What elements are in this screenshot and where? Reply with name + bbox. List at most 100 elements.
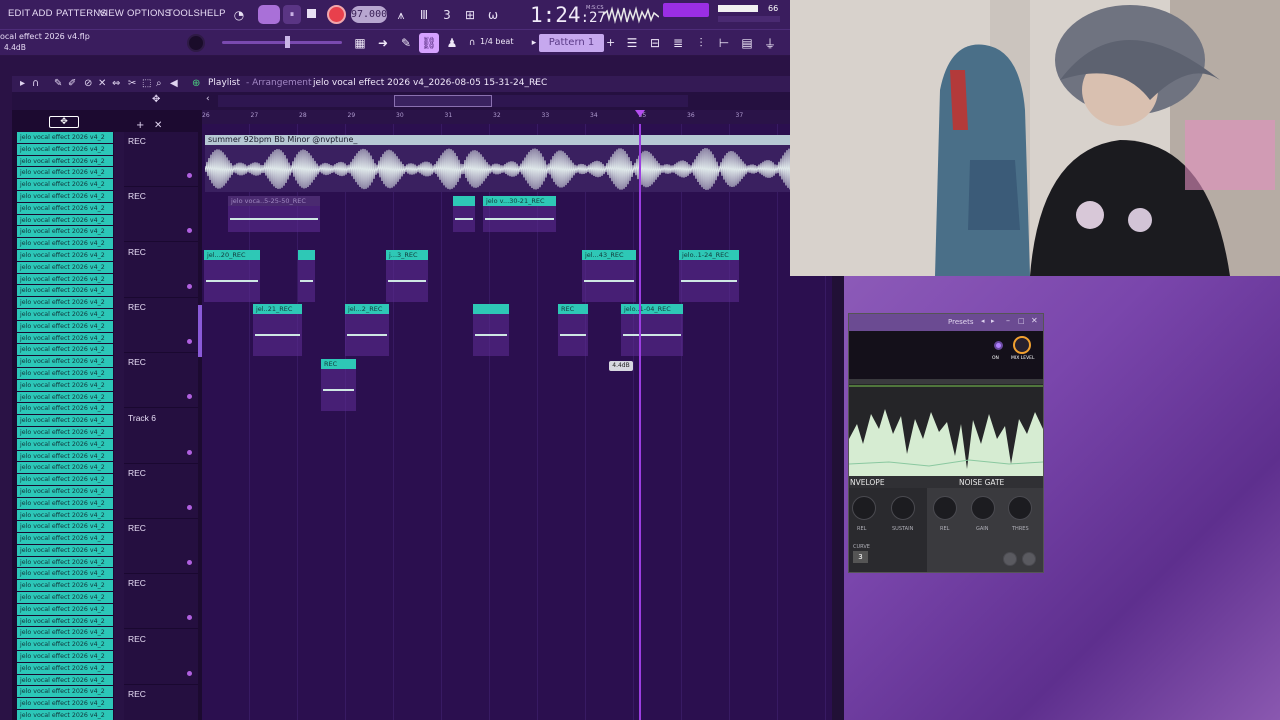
audio-clip[interactable]: jel..21_REC [253, 304, 302, 356]
browser-item[interactable]: jelo vocal effect 2026 v4_2 [17, 592, 113, 604]
track-header[interactable]: REC [124, 574, 198, 630]
browser-item[interactable]: jelo vocal effect 2026 v4_2 [17, 143, 113, 156]
browser-item[interactable]: jelo vocal effect 2026 v4_2 [17, 285, 113, 298]
audio-clip[interactable] [473, 304, 509, 356]
speaker-icon[interactable]: ◀ [170, 78, 178, 89]
arrow-right-icon[interactable]: ▸ [20, 78, 25, 89]
track-led-icon[interactable] [187, 283, 192, 289]
audio-clip[interactable]: jelo v...30-21_REC [483, 196, 556, 232]
magnet-icon[interactable]: ∩ [32, 78, 39, 89]
browser-item[interactable]: jelo vocal effect 2026 v4_2 [17, 533, 113, 545]
track-led-icon[interactable] [187, 228, 192, 234]
track-led-icon[interactable] [187, 449, 192, 455]
browser-item[interactable]: jelo vocal effect 2026 v4_2 [17, 651, 113, 663]
browser-item[interactable]: jelo vocal effect 2026 v4_2 [17, 544, 113, 557]
browser-item[interactable]: jelo vocal effect 2026 v4_2 [17, 580, 113, 593]
track-led-icon[interactable] [187, 615, 192, 621]
browser-item[interactable]: jelo vocal effect 2026 v4_2 [17, 297, 113, 309]
track-header[interactable]: REC [124, 464, 198, 519]
pattern-song-toggle[interactable] [258, 5, 280, 24]
browser-item[interactable]: jelo vocal effect 2026 v4_2 [17, 639, 113, 652]
audio-clip[interactable]: j...3_REC [386, 250, 428, 302]
master-volume-knob[interactable] [187, 34, 205, 52]
song-overview[interactable] [218, 95, 688, 107]
browser-item[interactable]: jelo vocal effect 2026 v4_2 [17, 474, 113, 486]
arrow-right-icon[interactable]: ➜ [373, 33, 393, 53]
piano-icon[interactable]: ▦ [350, 33, 370, 53]
browser-item[interactable]: jelo vocal effect 2026 v4_2 [17, 415, 113, 427]
maximize-icon[interactable]: □ [1018, 317, 1025, 325]
chevron-right-icon[interactable]: › [534, 78, 537, 87]
menu-edit[interactable]: EDIT [8, 8, 30, 19]
audio-clip[interactable]: REC [558, 304, 588, 356]
audio-clip[interactable]: jelo..1-24_REC [679, 250, 739, 302]
channel-rack-icon[interactable]: ⊟ [645, 33, 665, 53]
browser-item[interactable]: jelo vocal effect 2026 v4_2 [17, 155, 113, 168]
browser-item[interactable]: jelo vocal effect 2026 v4_2 [17, 462, 113, 475]
track-header[interactable]: Track 6 [124, 409, 198, 464]
pause-button[interactable]: ⏸ [283, 5, 301, 24]
track-header[interactable]: REC [124, 353, 198, 409]
option-button-2[interactable] [1022, 552, 1036, 566]
step-edit-icon[interactable]: ⊞ [460, 5, 480, 25]
browser-item[interactable]: jelo vocal effect 2026 v4_2 [17, 367, 113, 380]
browser-item[interactable]: jelo vocal effect 2026 v4_2 [17, 485, 113, 498]
draw-icon[interactable]: ✎ [396, 33, 416, 53]
mute-icon[interactable]: ✕ [98, 78, 106, 89]
browser-icon[interactable]: ▤ [737, 33, 757, 53]
plugin-icon[interactable]: ⏚ [760, 33, 780, 53]
presets-button[interactable]: Presets [948, 318, 973, 326]
browser-item[interactable]: jelo vocal effect 2026 v4_2 [17, 344, 113, 357]
select-icon[interactable]: ⬚ [142, 78, 151, 89]
browser-item[interactable]: jelo vocal effect 2026 v4_2 [17, 686, 113, 699]
browser-item[interactable]: jelo vocal effect 2026 v4_2 [17, 226, 113, 239]
countdown-icon[interactable]: 3 [437, 5, 457, 25]
browser-item[interactable]: jelo vocal effect 2026 v4_2 [17, 356, 113, 368]
menu-tools[interactable]: TOOLS [167, 8, 200, 19]
sliders-icon[interactable]: ⫶ [691, 33, 711, 53]
playhead[interactable] [639, 124, 641, 720]
menu-options[interactable]: OPTIONS [127, 8, 171, 19]
track-header[interactable]: REC [124, 630, 198, 685]
browser-item[interactable]: jelo vocal effect 2026 v4_2 [17, 568, 113, 581]
record-button[interactable] [327, 5, 346, 24]
audio-clip[interactable]: jel...43_REC [582, 250, 636, 302]
zoom-icon[interactable]: ⌕ [156, 78, 162, 89]
close-icon[interactable]: ✕ [1031, 316, 1038, 325]
browser-item[interactable]: jelo vocal effect 2026 v4_2 [17, 179, 113, 191]
browser-item[interactable]: jelo vocal effect 2026 v4_2 [17, 698, 113, 711]
browser-item[interactable]: jelo vocal effect 2026 v4_2 [17, 438, 113, 451]
metronome-icon[interactable]: ⩚ [391, 5, 411, 25]
pattern-selector[interactable]: Pattern 1 [539, 34, 604, 52]
sustain-knob[interactable] [891, 496, 915, 520]
browser-item[interactable]: jelo vocal effect 2026 v4_2 [17, 509, 113, 522]
magnet-icon[interactable]: ∩ [462, 33, 482, 53]
browser-item[interactable]: jelo vocal effect 2026 v4_2 [17, 332, 113, 345]
browser-item[interactable]: jelo vocal effect 2026 v4_2 [17, 379, 113, 392]
hint-knob-icon[interactable]: ◔ [229, 5, 249, 25]
gain-knob[interactable] [971, 496, 995, 520]
slice-icon[interactable]: ✂ [128, 78, 136, 89]
track-led-icon[interactable] [187, 394, 192, 400]
browser-item[interactable]: jelo vocal effect 2026 v4_2 [17, 261, 113, 274]
browser-item[interactable]: jelo vocal effect 2026 v4_2 [17, 556, 113, 569]
audio-clip[interactable]: jel...20_REC [204, 250, 260, 302]
track-header[interactable]: REC [124, 685, 198, 720]
menu-add[interactable]: ADD [32, 8, 53, 19]
mixer-icon[interactable]: ≣ [668, 33, 688, 53]
threshold-knob[interactable] [1008, 496, 1032, 520]
audio-clip[interactable]: REC [321, 359, 356, 411]
wait-input-icon[interactable]: Ⅲ [414, 5, 434, 25]
pencil-icon[interactable]: ✎ [54, 78, 62, 89]
browser-item[interactable]: jelo vocal effect 2026 v4_2 [17, 603, 113, 616]
mix-level-knob[interactable] [1013, 336, 1031, 354]
browser-item[interactable]: jelo vocal effect 2026 v4_2 [17, 214, 113, 227]
browser-item[interactable]: jelo vocal effect 2026 v4_2 [17, 662, 113, 675]
audio-clip-main[interactable]: summer 92bpm Bb Minor @nvptune_ [205, 135, 805, 192]
snap-selector[interactable]: 1/4 beat [480, 37, 513, 46]
track-led-icon[interactable] [187, 560, 192, 566]
browser-item[interactable]: jelo vocal effect 2026 v4_2 [17, 249, 113, 262]
track-led-icon[interactable] [187, 670, 192, 676]
audio-clip[interactable]: jelo..1-04_REC [621, 304, 683, 356]
hierarchy-icon[interactable]: ⊢ [714, 33, 734, 53]
